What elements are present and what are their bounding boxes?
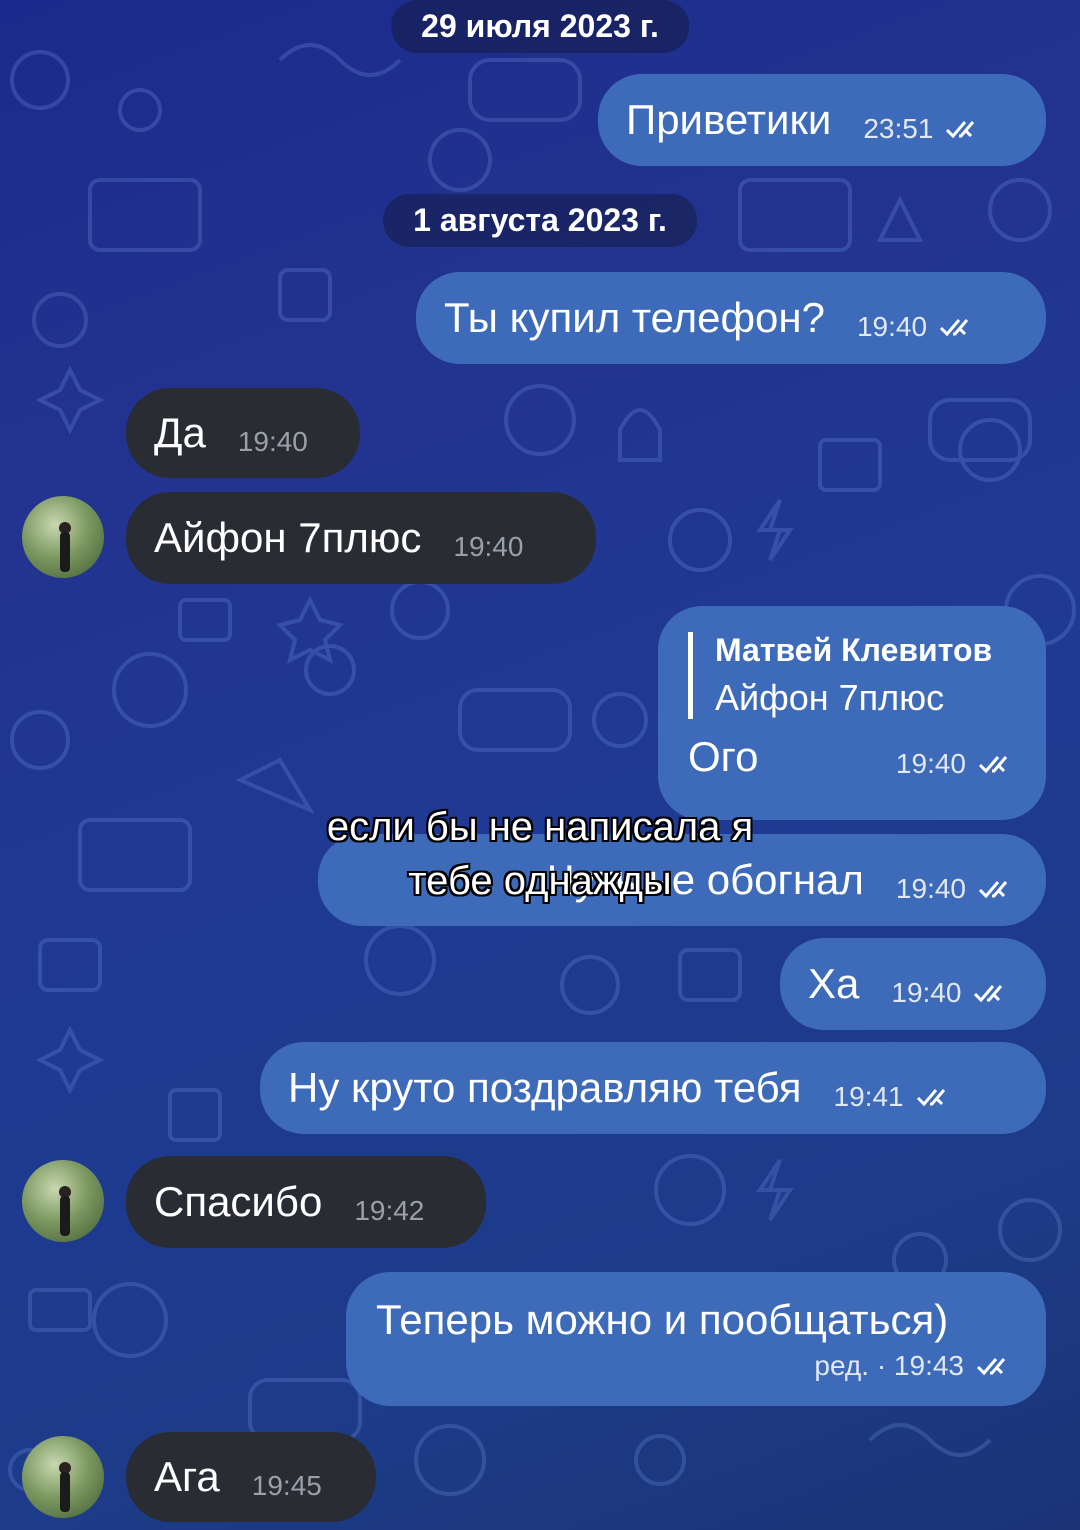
outgoing-message[interactable]: Приветики 23:51: [598, 74, 1046, 166]
message-time: 19:40: [453, 531, 524, 562]
outgoing-message[interactable]: Ты купил телефон? 19:40: [416, 272, 1046, 364]
reply-quote[interactable]: Матвей Клевитов Айфон 7плюс: [688, 632, 992, 719]
message-time: 19:40: [895, 873, 966, 904]
caption-line: тебе однажды: [408, 859, 672, 903]
incoming-message[interactable]: Ага 19:45: [126, 1432, 376, 1522]
message-meta: 23:51: [863, 113, 985, 145]
incoming-message[interactable]: Да 19:40: [126, 388, 360, 478]
avatar[interactable]: [22, 1436, 104, 1518]
message-text: Айфон 7плюс: [154, 514, 422, 561]
incoming-message[interactable]: Спасибо 19:42: [126, 1156, 486, 1248]
message-edited-time: ред. · 19:43: [814, 1350, 964, 1381]
outgoing-message[interactable]: Ну круто поздравляю тебя 19:41: [260, 1042, 1046, 1134]
reply-author: Матвей Клевитов: [715, 632, 993, 668]
message-meta: 19:40: [891, 977, 1013, 1009]
message-meta: 19:40: [896, 873, 1018, 905]
avatar[interactable]: [22, 1160, 104, 1242]
message-text: Ха: [808, 960, 860, 1007]
outgoing-reply-message[interactable]: Матвей Клевитов Айфон 7плюс Ого 19:40: [658, 606, 1046, 820]
message-text: Ого: [688, 733, 759, 780]
message-text: Да: [154, 409, 206, 456]
message-meta: 19:40: [896, 748, 1018, 780]
reply-text: Айфон 7плюс: [715, 677, 945, 718]
caption-line: если бы не написала я: [326, 805, 754, 849]
message-text: Спасибо: [154, 1178, 323, 1225]
message-time: 19:40: [856, 311, 928, 342]
message-meta: 19:42: [354, 1195, 424, 1227]
overlay-caption: если бы не написала я тебе однажды: [327, 800, 753, 908]
message-text: Теперь можно и пообщаться): [376, 1296, 949, 1343]
double-check-icon: [978, 756, 1008, 774]
double-check-icon: [974, 985, 1003, 1003]
message-text: Ага: [154, 1453, 220, 1500]
double-check-icon: [946, 121, 975, 139]
message-time: 19:42: [354, 1195, 425, 1226]
message-time: 19:41: [833, 1081, 904, 1112]
message-meta: 19:40: [453, 531, 523, 563]
message-text: Ну круто поздравляю тебя: [288, 1064, 802, 1111]
message-time: 19:40: [891, 977, 962, 1008]
avatar[interactable]: [22, 496, 104, 578]
message-meta: 19:40: [238, 426, 308, 458]
message-time: 19:40: [237, 426, 308, 457]
message-time: 19:40: [895, 748, 966, 779]
reply-body: Ого 19:40: [688, 733, 1018, 781]
double-check-icon: [978, 881, 1008, 899]
outgoing-message[interactable]: Ха 19:40: [780, 938, 1046, 1030]
double-check-icon: [916, 1089, 945, 1107]
date-separator: 1 августа 2023 г.: [383, 194, 697, 247]
message-text: Приветики: [626, 96, 832, 143]
message-meta: 19:45: [252, 1470, 322, 1502]
double-check-icon: [976, 1358, 1006, 1376]
message-meta: ред. · 19:43: [814, 1350, 1016, 1382]
message-time: 19:45: [251, 1470, 322, 1501]
message-time: 23:51: [863, 113, 934, 144]
message-meta: 19:40: [857, 311, 979, 343]
message-meta: 19:41: [834, 1081, 956, 1113]
incoming-message[interactable]: Айфон 7плюс 19:40: [126, 492, 596, 584]
message-text: Ты купил телефон?: [444, 294, 825, 341]
date-separator: 29 июля 2023 г.: [391, 0, 689, 53]
outgoing-message-edited[interactable]: Теперь можно и пообщаться) ред. · 19:43: [346, 1272, 1046, 1406]
double-check-icon: [939, 319, 969, 337]
